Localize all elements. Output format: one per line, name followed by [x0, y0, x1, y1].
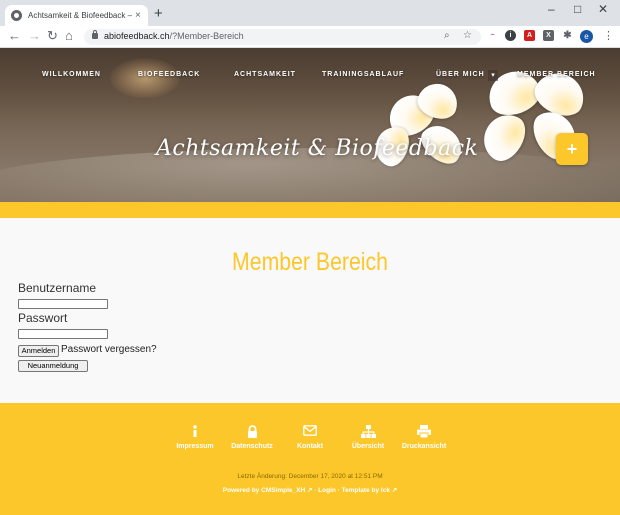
envelope-icon — [280, 425, 340, 439]
globe-icon — [11, 10, 22, 21]
forgot-password-link[interactable]: Passwort vergessen? — [61, 344, 157, 355]
footer-link-kontakt[interactable]: Kontakt — [280, 425, 340, 450]
browser-tabstrip: Achtsamkeit & Biofeedback – Me × + – □ ✕ — [0, 0, 620, 26]
minimize-icon[interactable]: – — [548, 2, 555, 16]
close-tab-icon[interactable]: × — [135, 10, 141, 21]
nav-item-trainingsablauf[interactable]: TRAININGSABLAUF — [322, 71, 404, 78]
hero-banner: WILLKOMMEN BIOFEEDBACK ACHTSAMKEIT TRAIN… — [0, 48, 620, 202]
main-navigation: WILLKOMMEN BIOFEEDBACK ACHTSAMKEIT TRAIN… — [0, 70, 620, 85]
menu-icon[interactable]: ⋮ — [603, 29, 614, 43]
back-icon[interactable]: ← — [8, 29, 21, 43]
close-window-icon[interactable]: ✕ — [598, 2, 608, 16]
powered-by-text[interactable]: Powered by CMSimple_XH ↗ · Login · Templ… — [0, 486, 620, 494]
forward-icon[interactable]: → — [28, 29, 41, 43]
password-input[interactable] — [18, 329, 108, 339]
footer-link-impressum[interactable]: Impressum — [165, 425, 225, 450]
tab-title: Achtsamkeit & Biofeedback – Me — [28, 11, 132, 20]
extension-icon[interactable]: ~ — [487, 30, 498, 41]
pdf-extension-icon[interactable]: A — [524, 30, 535, 41]
username-label: Benutzername — [18, 281, 97, 295]
lock-icon[interactable] — [92, 30, 98, 39]
web-page: WILLKOMMEN BIOFEEDBACK ACHTSAMKEIT TRAIN… — [0, 48, 620, 515]
sitemap-icon — [338, 425, 398, 439]
puzzle-icon[interactable]: ✱ — [562, 30, 573, 41]
new-tab-button[interactable]: + — [154, 6, 163, 21]
info-icon — [165, 425, 225, 439]
profile-avatar[interactable]: e — [580, 30, 593, 43]
nav-item-member-bereich[interactable]: MEMBER BEREICH — [517, 71, 596, 78]
maximize-icon[interactable]: □ — [574, 2, 581, 16]
nav-item-ueber-mich[interactable]: ÜBER MICH — [436, 71, 485, 78]
url-text[interactable]: abiofeedback.ch/?Member-Bereich — [104, 31, 244, 41]
address-bar[interactable]: abiofeedback.ch/?Member-Bereich ⌕ ☆ — [84, 29, 481, 45]
star-icon[interactable]: ☆ — [463, 30, 472, 41]
info-extension-icon[interactable]: i — [505, 30, 516, 41]
footer-link-uebersicht[interactable]: Übersicht — [338, 425, 398, 450]
register-button[interactable]: Neuanmeldung — [18, 360, 88, 372]
footer-link-datenschutz[interactable]: Datenschutz — [222, 425, 282, 450]
login-button[interactable]: Anmelden — [18, 345, 59, 357]
x-extension-icon[interactable]: X — [543, 30, 554, 41]
nav-item-willkommen[interactable]: WILLKOMMEN — [42, 71, 101, 78]
footer-link-druckansicht[interactable]: Druckansicht — [394, 425, 454, 450]
footer: Impressum Datenschutz Kontakt Übersicht … — [0, 403, 620, 515]
nav-item-achtsamkeit[interactable]: ACHTSAMKEIT — [234, 71, 296, 78]
last-updated-text: Letzte Änderung: December 17, 2020 at 12… — [237, 473, 383, 480]
nav-item-biofeedback[interactable]: BIOFEEDBACK — [138, 71, 200, 78]
home-icon[interactable]: ⌂ — [65, 29, 73, 43]
browser-toolbar: ← → ↻ ⌂ abiofeedback.ch/?Member-Bereich … — [0, 26, 620, 48]
printer-icon — [394, 425, 454, 439]
browser-tab[interactable]: Achtsamkeit & Biofeedback – Me × — [5, 5, 148, 26]
chevron-down-icon[interactable]: ▾ — [488, 70, 498, 81]
accent-band — [0, 202, 620, 218]
main-content: Member Bereich Benutzername Passwort Anm… — [0, 218, 620, 403]
page-title: Member Bereich — [232, 248, 388, 276]
lock-icon — [222, 425, 282, 439]
search-icon[interactable]: ⌕ — [444, 30, 450, 41]
password-label: Passwort — [18, 311, 68, 325]
username-input[interactable] — [18, 299, 108, 309]
site-title: Achtsamkeit & Biofeedback — [156, 136, 479, 161]
reload-icon[interactable]: ↻ — [47, 29, 58, 43]
plus-button[interactable]: + — [556, 133, 588, 165]
